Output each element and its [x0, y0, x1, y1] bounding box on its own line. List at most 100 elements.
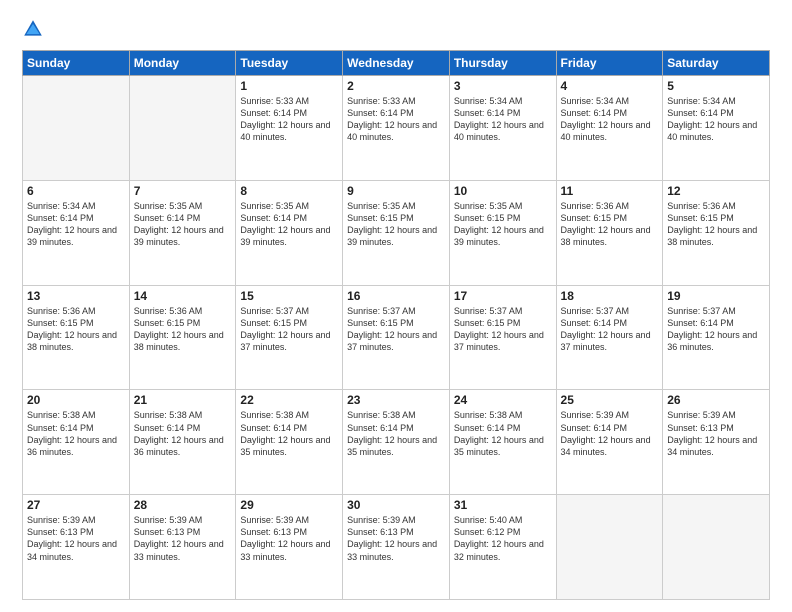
day-number: 22 [240, 393, 338, 407]
day-number: 26 [667, 393, 765, 407]
day-number: 3 [454, 79, 552, 93]
calendar-cell: 30Sunrise: 5:39 AMSunset: 6:13 PMDayligh… [343, 495, 450, 600]
day-info: Sunrise: 5:34 AMSunset: 6:14 PMDaylight:… [454, 95, 552, 144]
day-number: 5 [667, 79, 765, 93]
day-number: 21 [134, 393, 232, 407]
day-number: 17 [454, 289, 552, 303]
calendar-cell: 4 Sunrise: 5:34 AMSunset: 6:14 PMDaylight… [556, 76, 663, 181]
calendar-cell: 26 Sunrise: 5:39 AMSunset: 6:13 PMDayligh… [663, 390, 770, 495]
calendar-cell: 28Sunrise: 5:39 AMSunset: 6:13 PMDayligh… [129, 495, 236, 600]
day-number: 20 [27, 393, 125, 407]
day-info: Sunrise: 5:36 AMSunset: 6:15 PMDaylight:… [134, 305, 232, 354]
day-info: Sunrise: 5:40 AMSunset: 6:12 PMDaylight:… [454, 514, 552, 563]
day-info: Sunrise: 5:37 AMSunset: 6:14 PMDaylight:… [667, 305, 765, 354]
calendar-cell: 24 Sunrise: 5:38 AMSunset: 6:14 PMDayligh… [449, 390, 556, 495]
calendar-cell: 22 Sunrise: 5:38 AMSunset: 6:14 PMDayligh… [236, 390, 343, 495]
day-info: Sunrise: 5:36 AMSunset: 6:15 PMDaylight:… [667, 200, 765, 249]
day-number: 12 [667, 184, 765, 198]
calendar-cell: 20 Sunrise: 5:38 AMSunset: 6:14 PMDayligh… [23, 390, 130, 495]
day-info: Sunrise: 5:38 AMSunset: 6:14 PMDaylight:… [27, 409, 125, 458]
day-info: Sunrise: 5:34 AMSunset: 6:14 PMDaylight:… [27, 200, 125, 249]
day-info: Sunrise: 5:36 AMSunset: 6:15 PMDaylight:… [561, 200, 659, 249]
day-info: Sunrise: 5:39 AMSunset: 6:13 PMDaylight:… [27, 514, 125, 563]
day-number: 31 [454, 498, 552, 512]
day-number: 6 [27, 184, 125, 198]
day-info: Sunrise: 5:38 AMSunset: 6:14 PMDaylight:… [347, 409, 445, 458]
day-number: 15 [240, 289, 338, 303]
calendar-cell [556, 495, 663, 600]
calendar-cell: 16Sunrise: 5:37 AMSunset: 6:15 PMDayligh… [343, 285, 450, 390]
calendar-cell: 7Sunrise: 5:35 AMSunset: 6:14 PMDaylight… [129, 180, 236, 285]
day-number: 25 [561, 393, 659, 407]
day-info: Sunrise: 5:33 AMSunset: 6:14 PMDaylight:… [347, 95, 445, 144]
calendar-cell: 21 Sunrise: 5:38 AMSunset: 6:14 PMDayligh… [129, 390, 236, 495]
day-info: Sunrise: 5:35 AMSunset: 6:15 PMDaylight:… [347, 200, 445, 249]
calendar-cell: 11 Sunrise: 5:36 AMSunset: 6:15 PMDayligh… [556, 180, 663, 285]
day-info: Sunrise: 5:37 AMSunset: 6:15 PMDaylight:… [347, 305, 445, 354]
day-info: Sunrise: 5:36 AMSunset: 6:15 PMDaylight:… [27, 305, 125, 354]
calendar-cell: 29 Sunrise: 5:39 AMSunset: 6:13 PMDayligh… [236, 495, 343, 600]
col-header-sunday: Sunday [23, 51, 130, 76]
week-row-1: 6 Sunrise: 5:34 AMSunset: 6:14 PMDaylight… [23, 180, 770, 285]
day-info: Sunrise: 5:38 AMSunset: 6:14 PMDaylight:… [240, 409, 338, 458]
day-number: 14 [134, 289, 232, 303]
day-number: 29 [240, 498, 338, 512]
calendar-table: SundayMondayTuesdayWednesdayThursdayFrid… [22, 50, 770, 600]
col-header-tuesday: Tuesday [236, 51, 343, 76]
day-info: Sunrise: 5:38 AMSunset: 6:14 PMDaylight:… [454, 409, 552, 458]
day-number: 11 [561, 184, 659, 198]
col-header-thursday: Thursday [449, 51, 556, 76]
calendar-cell [23, 76, 130, 181]
day-info: Sunrise: 5:37 AMSunset: 6:14 PMDaylight:… [561, 305, 659, 354]
calendar-cell: 14 Sunrise: 5:36 AMSunset: 6:15 PMDayligh… [129, 285, 236, 390]
calendar-cell: 18 Sunrise: 5:37 AMSunset: 6:14 PMDayligh… [556, 285, 663, 390]
calendar-cell: 6 Sunrise: 5:34 AMSunset: 6:14 PMDaylight… [23, 180, 130, 285]
calendar-cell: 31 Sunrise: 5:40 AMSunset: 6:12 PMDayligh… [449, 495, 556, 600]
day-info: Sunrise: 5:39 AMSunset: 6:13 PMDaylight:… [667, 409, 765, 458]
calendar-header-row: SundayMondayTuesdayWednesdayThursdayFrid… [23, 51, 770, 76]
day-info: Sunrise: 5:37 AMSunset: 6:15 PMDaylight:… [454, 305, 552, 354]
calendar-cell [129, 76, 236, 181]
calendar-cell: 1 Sunrise: 5:33 AMSunset: 6:14 PMDaylight… [236, 76, 343, 181]
week-row-2: 13 Sunrise: 5:36 AMSunset: 6:15 PMDayligh… [23, 285, 770, 390]
page: SundayMondayTuesdayWednesdayThursdayFrid… [0, 0, 792, 612]
day-info: Sunrise: 5:37 AMSunset: 6:15 PMDaylight:… [240, 305, 338, 354]
calendar-cell: 12 Sunrise: 5:36 AMSunset: 6:15 PMDayligh… [663, 180, 770, 285]
col-header-wednesday: Wednesday [343, 51, 450, 76]
calendar-cell [663, 495, 770, 600]
calendar-cell: 15 Sunrise: 5:37 AMSunset: 6:15 PMDayligh… [236, 285, 343, 390]
calendar-cell: 17 Sunrise: 5:37 AMSunset: 6:15 PMDayligh… [449, 285, 556, 390]
day-number: 9 [347, 184, 445, 198]
day-info: Sunrise: 5:39 AMSunset: 6:14 PMDaylight:… [561, 409, 659, 458]
calendar-cell: 9 Sunrise: 5:35 AMSunset: 6:15 PMDaylight… [343, 180, 450, 285]
day-number: 24 [454, 393, 552, 407]
col-header-friday: Friday [556, 51, 663, 76]
calendar-cell: 23 Sunrise: 5:38 AMSunset: 6:14 PMDayligh… [343, 390, 450, 495]
day-info: Sunrise: 5:33 AMSunset: 6:14 PMDaylight:… [240, 95, 338, 144]
day-info: Sunrise: 5:39 AMSunset: 6:13 PMDaylight:… [240, 514, 338, 563]
day-number: 13 [27, 289, 125, 303]
day-number: 23 [347, 393, 445, 407]
calendar-cell: 5 Sunrise: 5:34 AMSunset: 6:14 PMDaylight… [663, 76, 770, 181]
calendar-cell: 10Sunrise: 5:35 AMSunset: 6:15 PMDayligh… [449, 180, 556, 285]
calendar-cell: 19 Sunrise: 5:37 AMSunset: 6:14 PMDayligh… [663, 285, 770, 390]
week-row-4: 27 Sunrise: 5:39 AMSunset: 6:13 PMDayligh… [23, 495, 770, 600]
day-number: 27 [27, 498, 125, 512]
day-number: 18 [561, 289, 659, 303]
day-info: Sunrise: 5:34 AMSunset: 6:14 PMDaylight:… [561, 95, 659, 144]
day-info: Sunrise: 5:39 AMSunset: 6:13 PMDaylight:… [134, 514, 232, 563]
day-info: Sunrise: 5:35 AMSunset: 6:15 PMDaylight:… [454, 200, 552, 249]
day-number: 19 [667, 289, 765, 303]
day-info: Sunrise: 5:38 AMSunset: 6:14 PMDaylight:… [134, 409, 232, 458]
day-number: 1 [240, 79, 338, 93]
calendar-cell: 25 Sunrise: 5:39 AMSunset: 6:14 PMDayligh… [556, 390, 663, 495]
col-header-saturday: Saturday [663, 51, 770, 76]
calendar-cell: 2 Sunrise: 5:33 AMSunset: 6:14 PMDaylight… [343, 76, 450, 181]
day-number: 4 [561, 79, 659, 93]
col-header-monday: Monday [129, 51, 236, 76]
calendar-cell: 8Sunrise: 5:35 AMSunset: 6:14 PMDaylight… [236, 180, 343, 285]
logo-icon [22, 18, 44, 40]
day-number: 2 [347, 79, 445, 93]
day-info: Sunrise: 5:34 AMSunset: 6:14 PMDaylight:… [667, 95, 765, 144]
calendar-cell: 13 Sunrise: 5:36 AMSunset: 6:15 PMDayligh… [23, 285, 130, 390]
